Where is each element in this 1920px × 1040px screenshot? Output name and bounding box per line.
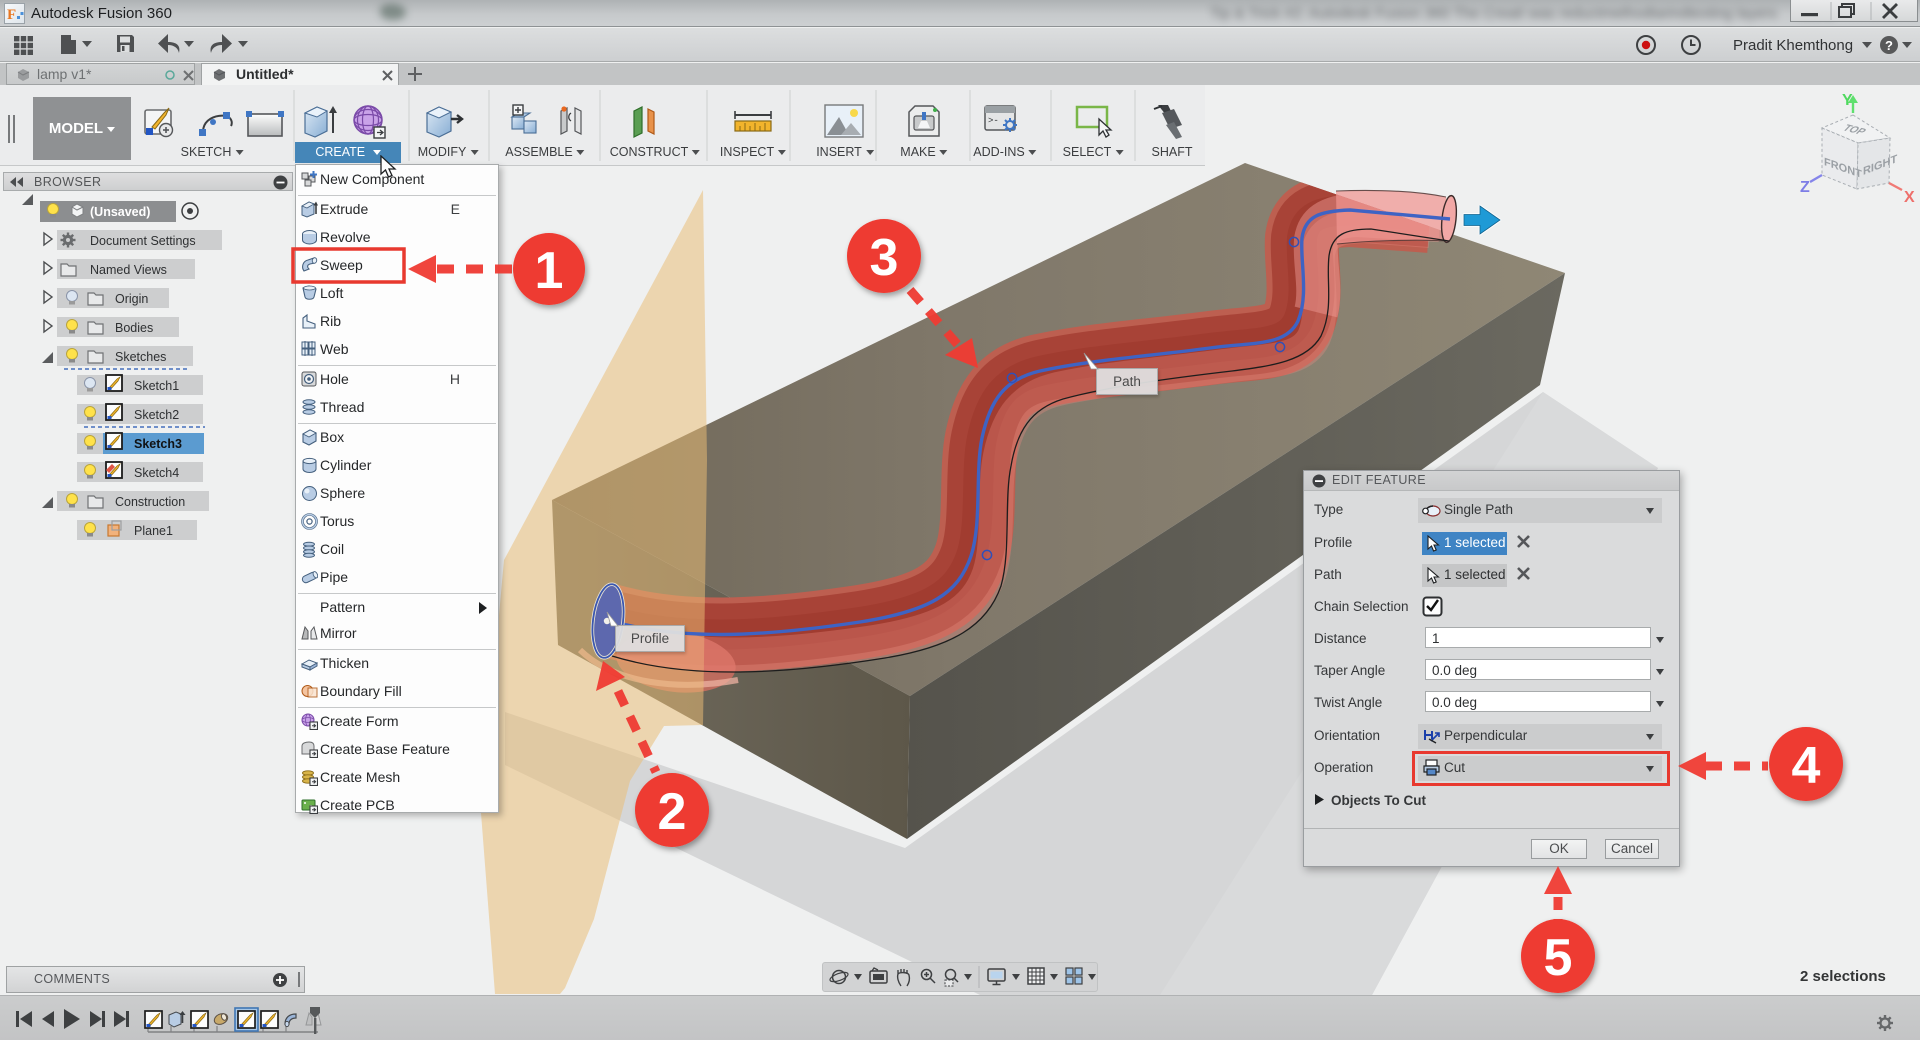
svg-text:3: 3 bbox=[870, 229, 899, 287]
svg-text:4: 4 bbox=[1792, 737, 1821, 795]
svg-text:5: 5 bbox=[1544, 929, 1573, 987]
svg-text:1: 1 bbox=[535, 242, 564, 300]
svg-text:2: 2 bbox=[658, 783, 687, 841]
